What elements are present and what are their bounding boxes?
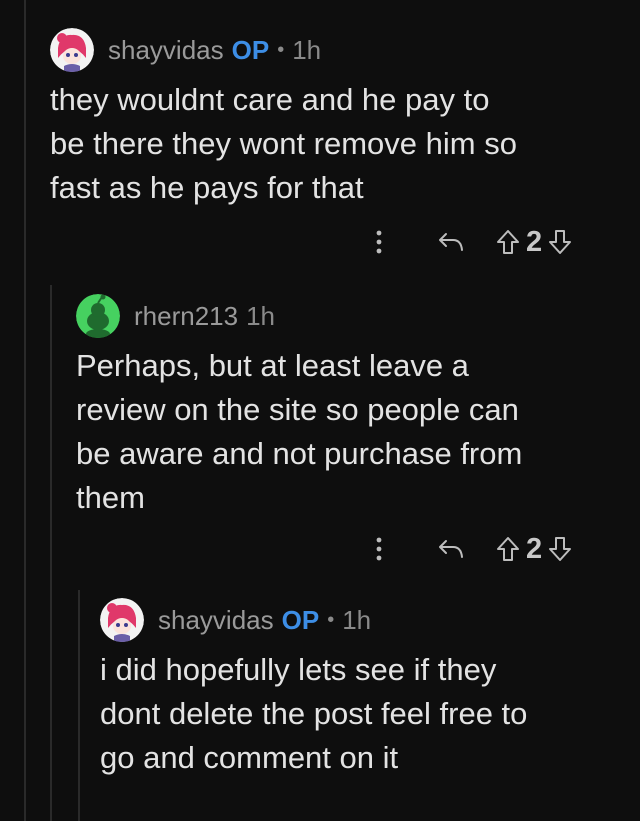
comment-line: be there they wont remove him so bbox=[50, 126, 517, 161]
comment-header: rhern213 1h bbox=[76, 294, 626, 338]
downvote-arrow-icon[interactable] bbox=[548, 536, 572, 562]
more-vertical-icon bbox=[376, 230, 382, 254]
timestamp: 1h bbox=[246, 300, 275, 331]
comment-line: them bbox=[76, 480, 145, 515]
thread-line-level-2[interactable] bbox=[50, 285, 52, 821]
vote-control: 2 bbox=[496, 533, 572, 566]
more-options-button[interactable] bbox=[362, 230, 396, 254]
comment-header: shayvidas OP • 1h bbox=[100, 598, 630, 642]
avatar[interactable] bbox=[50, 28, 94, 72]
avatar[interactable] bbox=[76, 294, 120, 338]
comment-line: they wouldnt care and he pay to bbox=[50, 82, 490, 117]
upvote-arrow-icon[interactable] bbox=[496, 229, 520, 255]
reply-button[interactable] bbox=[416, 538, 486, 560]
upvote-arrow-icon[interactable] bbox=[496, 536, 520, 562]
vote-control: 2 bbox=[496, 226, 572, 259]
comment-line: Perhaps, but at least leave a bbox=[76, 348, 469, 383]
comment-line: fast as he pays for that bbox=[50, 170, 364, 205]
comment: shayvidas OP • 1h i did hopefully lets s… bbox=[100, 598, 630, 780]
thread-line-level-3[interactable] bbox=[78, 590, 80, 821]
vote-count: 2 bbox=[526, 225, 543, 258]
comment-line: go and comment on it bbox=[100, 740, 399, 775]
op-badge: OP bbox=[281, 604, 320, 635]
comment-body: Perhaps, but at least leave a review on … bbox=[76, 344, 626, 520]
comment-body: they wouldnt care and he pay to be there… bbox=[50, 78, 620, 210]
reply-icon bbox=[439, 540, 463, 558]
comment: shayvidas OP • 1h they wouldnt care and … bbox=[50, 28, 620, 210]
comment-line: dont delete the post feel free to bbox=[100, 696, 528, 731]
username[interactable]: shayvidas bbox=[108, 35, 224, 66]
username[interactable]: shayvidas bbox=[158, 605, 274, 636]
timestamp: 1h bbox=[292, 34, 322, 65]
reply-icon bbox=[439, 233, 463, 251]
reply-button[interactable] bbox=[416, 231, 486, 253]
timestamp: 1h bbox=[342, 604, 372, 635]
comment: rhern213 1h Perhaps, but at least leave … bbox=[76, 294, 626, 520]
comment-line: i did hopefully lets see if they bbox=[100, 652, 497, 687]
more-vertical-icon bbox=[376, 537, 382, 561]
avatar[interactable] bbox=[100, 598, 144, 642]
thread-line-level-1[interactable] bbox=[24, 0, 26, 821]
comment-header: shayvidas OP • 1h bbox=[50, 28, 620, 72]
comment-actions: 2 bbox=[362, 527, 572, 571]
comment-actions: 2 bbox=[362, 220, 572, 264]
vote-count: 2 bbox=[526, 532, 543, 565]
comment-line: be aware and not purchase from bbox=[76, 436, 523, 471]
username[interactable]: rhern213 bbox=[134, 301, 238, 332]
meta-separator: • bbox=[277, 38, 285, 61]
comment-line: review on the site so people can bbox=[76, 392, 519, 427]
comment-body: i did hopefully lets see if they dont de… bbox=[100, 648, 630, 780]
downvote-arrow-icon[interactable] bbox=[548, 229, 572, 255]
more-options-button[interactable] bbox=[362, 537, 396, 561]
op-badge: OP bbox=[231, 34, 270, 65]
meta-separator: • bbox=[327, 608, 335, 631]
